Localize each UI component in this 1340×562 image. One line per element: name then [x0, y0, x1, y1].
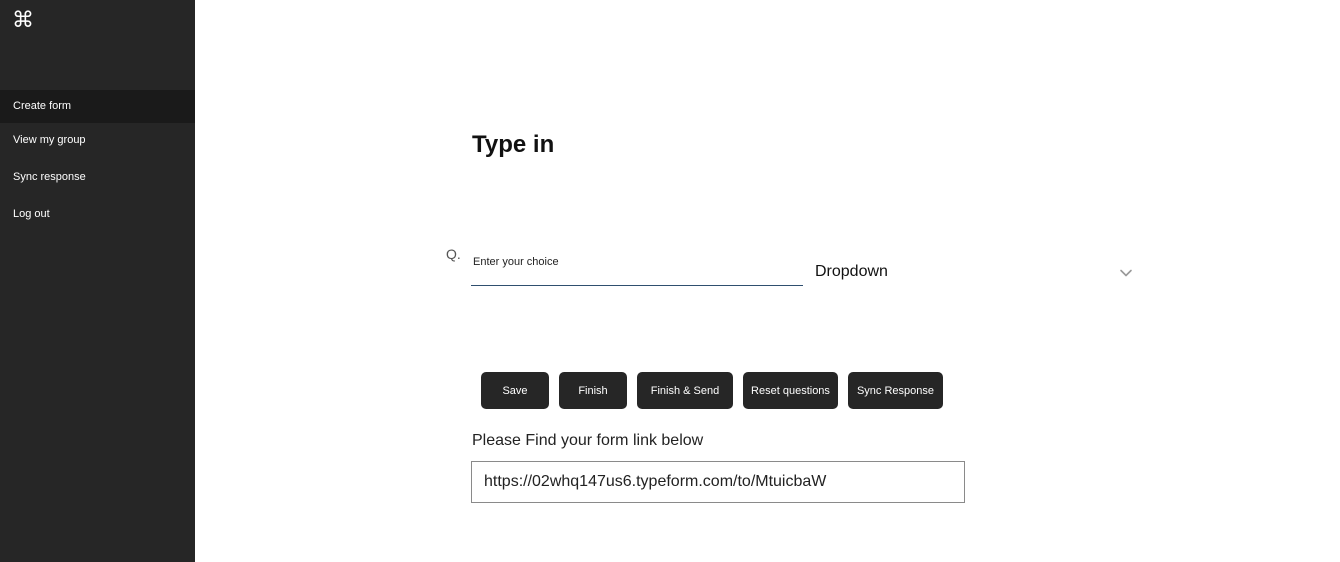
dropdown-selected-value: Dropdown [815, 263, 888, 280]
sidebar-item-create-form[interactable]: Create form [0, 90, 195, 123]
finish-send-button[interactable]: Finish & Send [637, 372, 733, 409]
question-type-dropdown[interactable]: Dropdown [815, 258, 1137, 288]
sidebar: ⌘ Create form View my group Sync respons… [0, 0, 195, 562]
command-logo-icon[interactable]: ⌘ [12, 7, 34, 35]
sidebar-item-log-out[interactable]: Log out [0, 198, 195, 231]
finish-button[interactable]: Finish [559, 372, 627, 409]
form-link-field[interactable]: https://02whq147us6.typeform.com/to/Mtui… [471, 461, 965, 503]
page-title: Type in [472, 131, 555, 158]
chevron-down-icon [1119, 266, 1133, 280]
app-window: ⌘ Create form View my group Sync respons… [0, 0, 1340, 562]
form-link-caption: Please Find your form link below [472, 432, 704, 449]
sidebar-item-view-my-group[interactable]: View my group [0, 124, 195, 157]
sync-response-button[interactable]: Sync Response [848, 372, 943, 409]
sidebar-nav: Create form View my group Sync response … [0, 90, 195, 231]
question-prefix: Q. [446, 246, 461, 262]
reset-questions-button[interactable]: Reset questions [743, 372, 838, 409]
choice-input[interactable] [471, 250, 803, 286]
sidebar-item-sync-response[interactable]: Sync response [0, 161, 195, 194]
save-button[interactable]: Save [481, 372, 549, 409]
